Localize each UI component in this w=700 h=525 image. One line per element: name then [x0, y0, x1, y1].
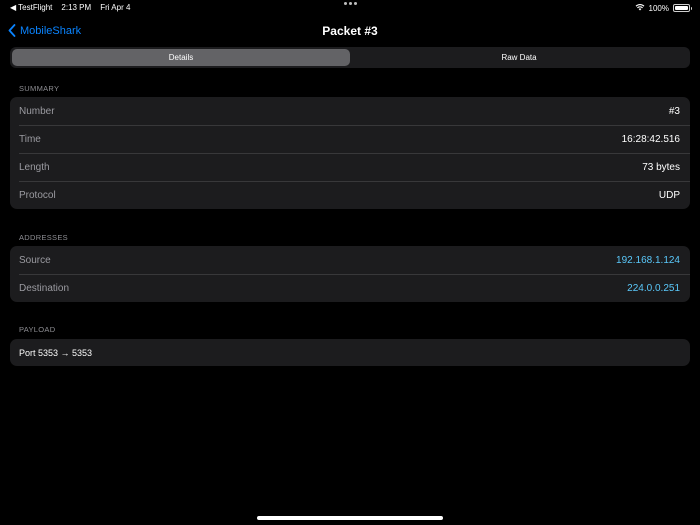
row-label: Destination [19, 282, 70, 294]
tab-details[interactable]: Details [12, 49, 350, 66]
summary-row-length: Length 73 bytes [10, 153, 690, 181]
row-label: Protocol [19, 189, 56, 201]
payload-text: Port 5353 → 5353 [19, 347, 93, 358]
back-app-label: TestFlight [18, 3, 53, 12]
row-value: #3 [668, 105, 680, 117]
home-indicator[interactable] [257, 516, 443, 520]
destination-address-link[interactable]: 224.0.0.251 [627, 283, 680, 294]
navigation-bar: MobileShark Packet #3 [0, 18, 700, 46]
status-left: ◀ TestFlight 2:13 PM Fri Apr 4 [10, 3, 130, 12]
wifi-icon [635, 3, 645, 13]
payload-section-header: PAYLOAD [19, 325, 56, 334]
addresses-section-header: ADDRESSES [19, 233, 68, 242]
payload-group: Port 5353 → 5353 [10, 339, 690, 366]
page-title: Packet #3 [322, 24, 378, 38]
row-label: Number [19, 105, 55, 117]
addresses-group: Source 192.168.1.124 Destination 224.0.0… [10, 246, 690, 302]
summary-group: Number #3 Time 16:28:42.516 Length 73 by… [10, 97, 690, 209]
row-value: 16:28:42.516 [621, 133, 680, 145]
summary-row-number: Number #3 [10, 97, 690, 125]
back-triangle-icon: ◀ [10, 3, 17, 12]
address-row-source[interactable]: Source 192.168.1.124 [10, 246, 690, 274]
status-bar: ◀ TestFlight 2:13 PM Fri Apr 4 100% [0, 0, 700, 16]
source-address-link[interactable]: 192.168.1.124 [616, 255, 680, 266]
battery-percent: 100% [648, 3, 669, 13]
segmented-control: Details Raw Data [10, 47, 690, 68]
row-value: 73 bytes [642, 161, 680, 173]
summary-section-header: SUMMARY [19, 84, 60, 93]
row-label: Source [19, 254, 51, 266]
row-label: Length [19, 161, 50, 173]
row-label: Time [19, 133, 41, 145]
status-date: Fri Apr 4 [100, 3, 131, 12]
tab-raw-data[interactable]: Raw Data [350, 49, 688, 66]
summary-row-protocol: Protocol UDP [10, 181, 690, 209]
summary-row-time: Time 16:28:42.516 [10, 125, 690, 153]
row-value: UDP [658, 189, 680, 201]
address-row-destination[interactable]: Destination 224.0.0.251 [10, 274, 690, 302]
status-right: 100% [635, 3, 692, 13]
battery-icon [673, 4, 692, 12]
back-to-app[interactable]: ◀ TestFlight [10, 3, 52, 12]
status-time: 2:13 PM [61, 3, 92, 12]
multitasking-dots-icon[interactable] [344, 2, 357, 5]
